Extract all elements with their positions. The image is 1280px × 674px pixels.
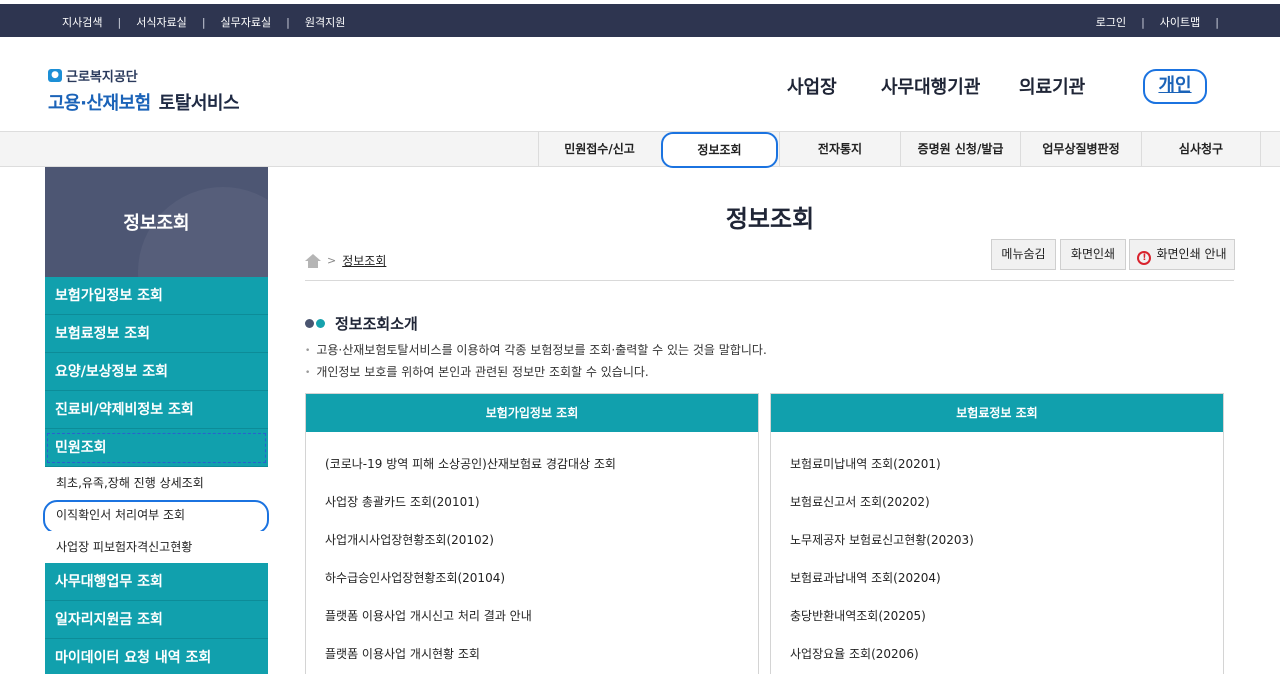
separator: | bbox=[1141, 15, 1145, 29]
link-forms[interactable]: 서식자료실 bbox=[136, 14, 187, 30]
link-practice-materials[interactable]: 실무자료실 bbox=[221, 14, 272, 30]
subnav-complaint-report[interactable]: 민원접수/신고 bbox=[538, 132, 660, 166]
section-title: 정보조회소개 bbox=[335, 315, 418, 333]
list-item[interactable]: (코로나-19 방역 피해 소상공인)산재보험료 경감대상 조회 bbox=[325, 450, 758, 488]
list-item[interactable]: 플랫폼 이용사업 개시현황 조회 bbox=[325, 640, 758, 674]
top-left-links: 지사검색 | 서식자료실 | 실무자료실 | 원격지원 bbox=[62, 14, 345, 30]
breadcrumb-current[interactable]: 정보조회 bbox=[342, 252, 386, 269]
separator: | bbox=[1215, 15, 1219, 29]
list-item[interactable]: 사업개시사업장현황조회(20102) bbox=[325, 526, 758, 564]
print-button[interactable]: 화면인쇄 bbox=[1060, 239, 1126, 270]
intro-bullet: 개인정보 보호를 위하여 본인과 관련된 정보만 조회할 수 있습니다. bbox=[305, 363, 648, 380]
separator: | bbox=[201, 15, 206, 29]
sidebar-item-mydata[interactable]: 마이데이터 요청 내역 조회 bbox=[45, 639, 268, 674]
bullet-dot-icon bbox=[316, 319, 325, 328]
breadcrumb-arrow: > bbox=[327, 254, 337, 267]
link-remote-support[interactable]: 원격지원 bbox=[305, 14, 345, 30]
list-item[interactable]: 노무제공자 보험료신고현황(20203) bbox=[790, 526, 1223, 564]
separator: | bbox=[117, 15, 122, 29]
insurance-join-box-header[interactable]: 보험가입정보 조회 bbox=[306, 394, 758, 432]
sidebar-item-care-compensation[interactable]: 요양/보상정보 조회 bbox=[45, 353, 268, 391]
subnav-appeal[interactable]: 심사청구 bbox=[1141, 132, 1261, 166]
sub-nav: 민원접수/신고 정보조회 전자통지 증명원 신청/발급 업무상질병판정 심사청구 bbox=[0, 131, 1280, 168]
hide-menu-button[interactable]: 메뉴숨김 bbox=[991, 239, 1056, 270]
list-item[interactable]: 충당반환내역조회(20205) bbox=[790, 602, 1223, 640]
sidebar-sub-separation-check[interactable]: 이직확인서 처리여부 조회 bbox=[43, 499, 269, 534]
main-nav-personal[interactable]: 개인 bbox=[1143, 69, 1207, 104]
top-utility-bar: 지사검색 | 서식자료실 | 실무자료실 | 원격지원 로그인 | 사이트맵 | bbox=[0, 4, 1280, 37]
page-title: 정보조회 bbox=[725, 205, 815, 233]
main-nav-agency[interactable]: 사무대행기관 bbox=[881, 73, 980, 99]
list-item[interactable]: 플랫폼 이용사업 개시신고 처리 결과 안내 bbox=[325, 602, 758, 640]
main-nav: 사업장 사무대행기관 의료기관 bbox=[0, 73, 1280, 99]
list-item[interactable]: 보험료미납내역 조회(20201) bbox=[790, 450, 1223, 488]
link-sitemap[interactable]: 사이트맵 bbox=[1160, 14, 1200, 30]
print-guide-button[interactable]: ! 화면인쇄 안내 bbox=[1129, 239, 1235, 270]
sidebar-item-medical-cost[interactable]: 진료비/약제비정보 조회 bbox=[45, 391, 268, 429]
sidebar-item-premium[interactable]: 보험료정보 조회 bbox=[45, 315, 268, 353]
insurance-join-box: 보험가입정보 조회 (코로나-19 방역 피해 소상공인)산재보험료 경감대상 … bbox=[305, 393, 759, 674]
warning-icon: ! bbox=[1137, 251, 1152, 265]
list-item[interactable]: 사업장 총괄카드 조회(20101) bbox=[325, 488, 758, 526]
list-item[interactable]: 보험료과납내역 조회(20204) bbox=[790, 564, 1223, 602]
sidebar-item-job-subsidy[interactable]: 일자리지원금 조회 bbox=[45, 601, 268, 639]
subnav-info-inquiry[interactable]: 정보조회 bbox=[661, 132, 778, 168]
premium-info-list: 보험료미납내역 조회(20201) 보험료신고서 조회(20202) 노무제공자… bbox=[771, 432, 1223, 674]
separator: | bbox=[286, 15, 290, 29]
list-item[interactable]: 사업장요율 조회(20206) bbox=[790, 640, 1223, 674]
breadcrumb: > 정보조회 bbox=[305, 252, 386, 269]
sidebar-sub-insured-status[interactable]: 사업장 피보험자격신고현황 bbox=[45, 531, 268, 563]
top-right-links: 로그인 | 사이트맵 | bbox=[1096, 14, 1234, 30]
print-guide-label: 화면인쇄 안내 bbox=[1156, 247, 1227, 261]
sidebar-sub-initial-detail[interactable]: 최초,유족,장해 진행 상세조회 bbox=[45, 467, 268, 499]
intro-bullet: 고용·산재보험토탈서비스를 이용하여 각종 보험정보를 조회·출력할 수 있는 … bbox=[305, 341, 766, 358]
divider bbox=[305, 280, 1234, 281]
main-nav-business[interactable]: 사업장 bbox=[787, 73, 837, 99]
insurance-join-list: (코로나-19 방역 피해 소상공인)산재보험료 경감대상 조회 사업장 총괄카… bbox=[306, 432, 758, 674]
list-item[interactable]: 보험료신고서 조회(20202) bbox=[790, 488, 1223, 526]
sidebar-item-agency-work[interactable]: 사무대행업무 조회 bbox=[45, 563, 268, 601]
subnav-certificate[interactable]: 증명원 신청/발급 bbox=[900, 132, 1020, 166]
home-icon[interactable] bbox=[305, 253, 321, 268]
subnav-disease-judgment[interactable]: 업무상질병판정 bbox=[1020, 132, 1141, 166]
sidebar-sub-separation-check-label: 이직확인서 처리여부 조회 bbox=[56, 508, 186, 522]
sidebar-item-complaint[interactable]: 민원조회 bbox=[45, 429, 268, 467]
focus-outline bbox=[47, 433, 266, 463]
subnav-e-notice[interactable]: 전자통지 bbox=[779, 132, 900, 166]
bullet-dot-icon bbox=[305, 319, 314, 328]
link-branch-search[interactable]: 지사검색 bbox=[62, 14, 102, 30]
section-heading: 정보조회소개 bbox=[305, 313, 418, 334]
sidebar-item-insurance-join[interactable]: 보험가입정보 조회 bbox=[45, 277, 268, 315]
premium-info-box-header[interactable]: 보험료정보 조회 bbox=[771, 394, 1223, 432]
sidebar: 정보조회 보험가입정보 조회 보험료정보 조회 요양/보상정보 조회 진료비/약… bbox=[43, 167, 269, 674]
list-item[interactable]: 하수급승인사업장현황조회(20104) bbox=[325, 564, 758, 602]
sidebar-title: 정보조회 bbox=[45, 167, 268, 277]
link-login[interactable]: 로그인 bbox=[1096, 14, 1126, 30]
premium-info-box: 보험료정보 조회 보험료미납내역 조회(20201) 보험료신고서 조회(202… bbox=[770, 393, 1224, 674]
main-nav-medical[interactable]: 의료기관 bbox=[1019, 73, 1085, 99]
